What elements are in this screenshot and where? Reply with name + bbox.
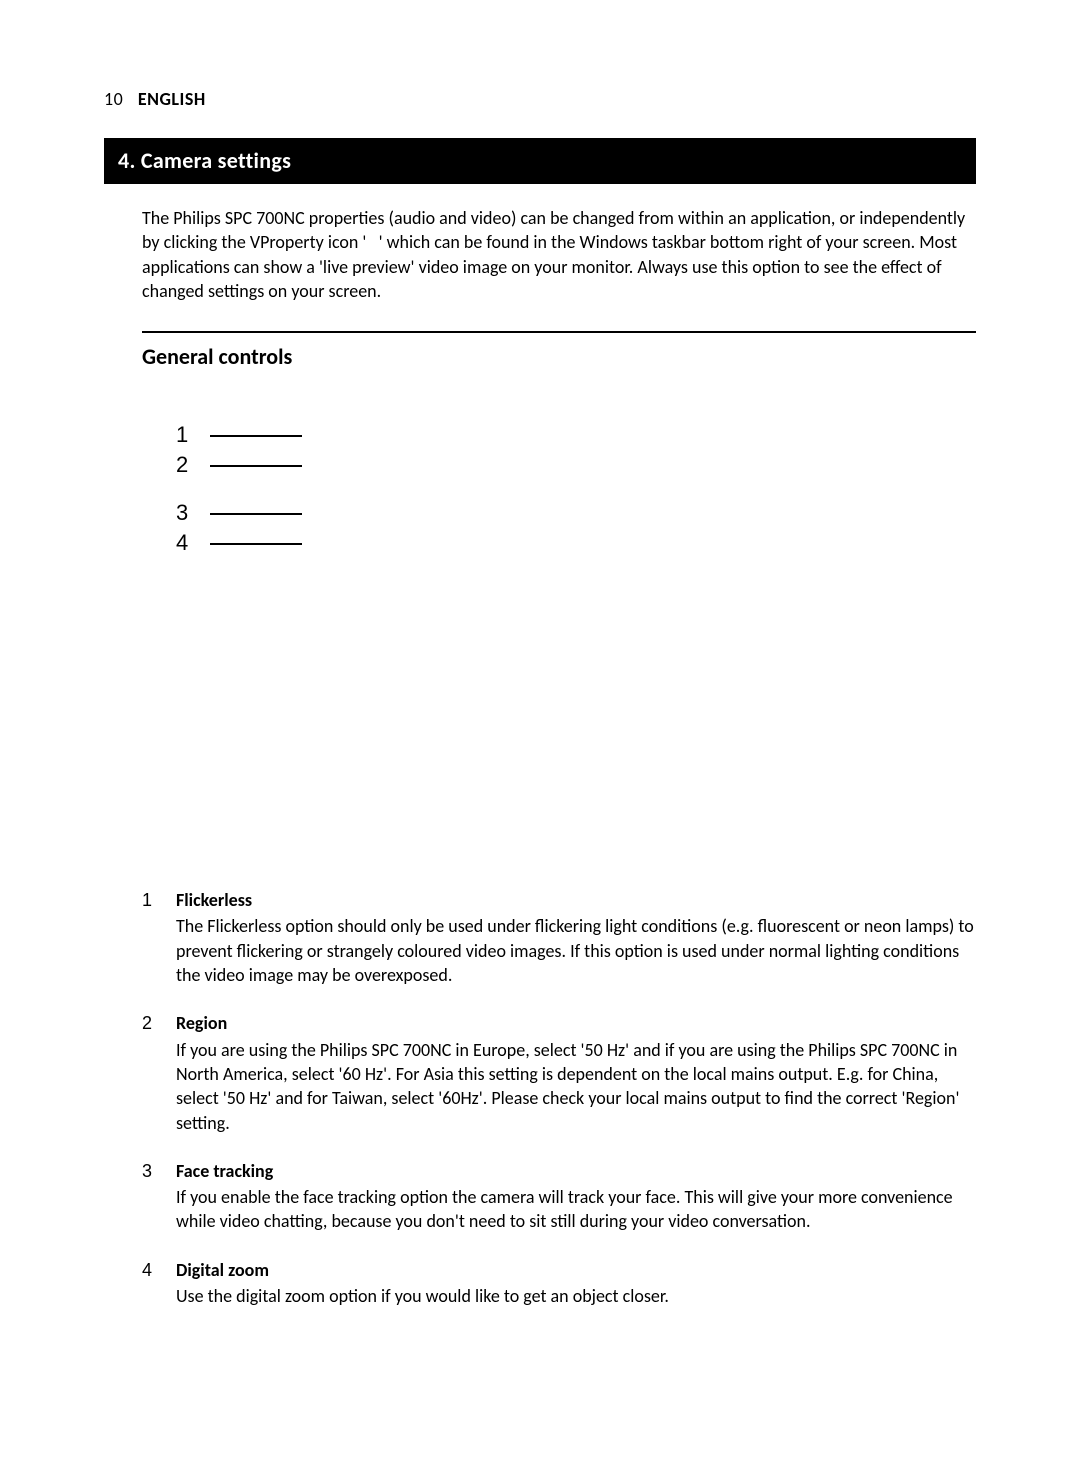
callout-line: [210, 465, 302, 467]
intro-paragraph: The Philips SPC 700NC properties (audio …: [142, 206, 976, 303]
item-body: Digital zoom Use the digital zoom option…: [176, 1258, 976, 1309]
item-number: 3: [142, 1159, 176, 1234]
sub-heading: General controls: [142, 343, 976, 370]
item-body: Face tracking If you enable the face tra…: [176, 1159, 976, 1234]
language-label: ENGLISH: [138, 88, 206, 110]
callout-number: 2: [176, 452, 202, 478]
item-text: The Flickerless option should only be us…: [176, 915, 974, 986]
divider: [142, 331, 976, 333]
item-title: Region: [176, 1011, 976, 1035]
item-title: Flickerless: [176, 888, 976, 912]
callout-number: 4: [176, 530, 202, 556]
callout-row: 3: [176, 498, 976, 528]
item-number: 1: [142, 888, 176, 987]
item-body: Region If you are using the Philips SPC …: [176, 1011, 976, 1134]
list-item: 4 Digital zoom Use the digital zoom opti…: [142, 1258, 976, 1309]
item-title: Face tracking: [176, 1159, 976, 1183]
manual-page: 10 ENGLISH 4. Camera settings The Philip…: [0, 0, 1080, 1308]
item-text: Use the digital zoom option if you would…: [176, 1285, 669, 1307]
callout-number: 1: [176, 422, 202, 448]
list-item: 1 Flickerless The Flickerless option sho…: [142, 888, 976, 987]
page-header: 10 ENGLISH: [104, 88, 976, 110]
list-item: 2 Region If you are using the Philips SP…: [142, 1011, 976, 1134]
callout-line: [210, 513, 302, 515]
list-item: 3 Face tracking If you enable the face t…: [142, 1159, 976, 1234]
item-title: Digital zoom: [176, 1258, 976, 1282]
callout-number: 3: [176, 500, 202, 526]
callout-row: 1: [176, 420, 976, 450]
section-title-bar: 4. Camera settings: [104, 138, 976, 184]
callout-row: 4: [176, 528, 976, 558]
item-number: 2: [142, 1011, 176, 1134]
item-text: If you are using the Philips SPC 700NC i…: [176, 1039, 959, 1134]
page-number: 10: [104, 88, 123, 110]
callout-line: [210, 543, 302, 545]
figure-callouts: 1 2 3 4: [176, 420, 976, 558]
callout-row: 2: [176, 450, 976, 480]
item-number: 4: [142, 1258, 176, 1309]
item-body: Flickerless The Flickerless option shoul…: [176, 888, 976, 987]
section-title: 4. Camera settings: [118, 147, 291, 174]
callout-line: [210, 435, 302, 437]
item-text: If you enable the face tracking option t…: [176, 1186, 953, 1232]
